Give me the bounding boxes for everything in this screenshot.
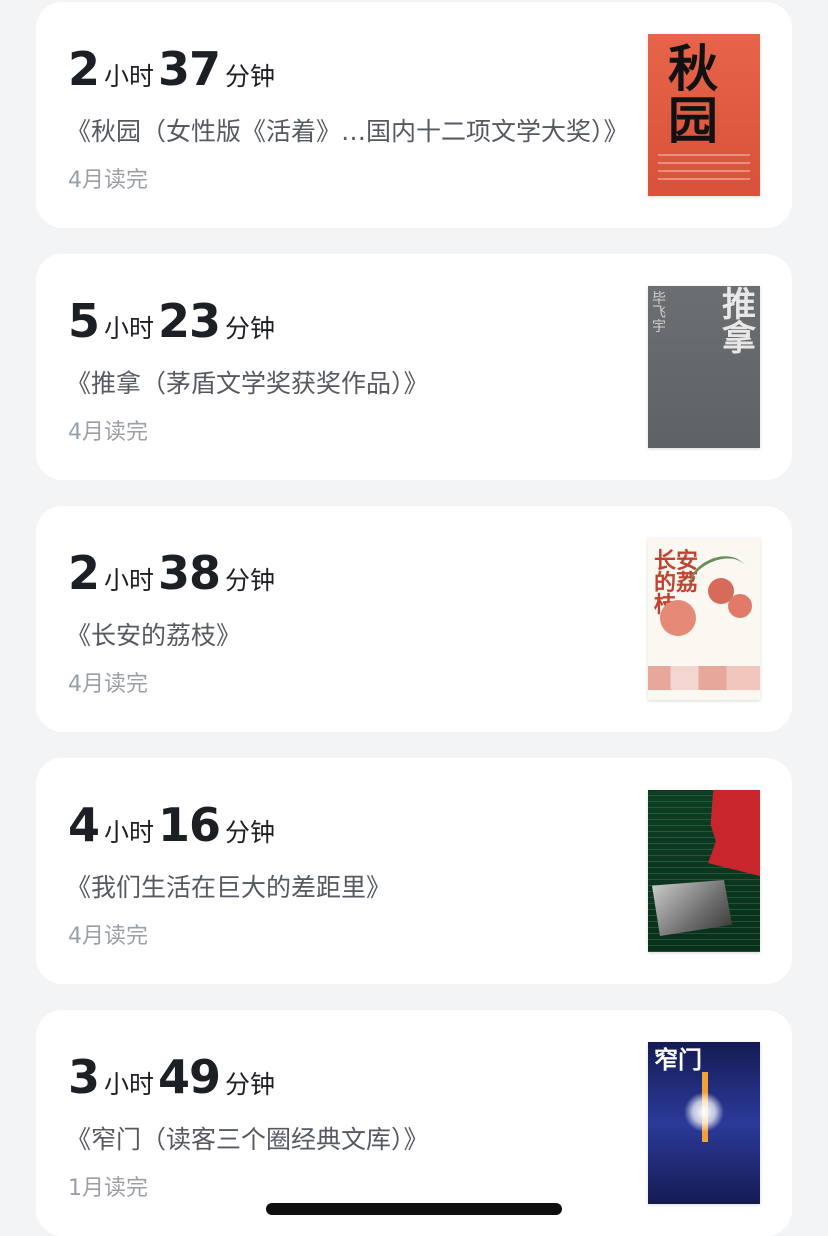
reading-duration: 2 小时 38 分钟 [68,546,279,606]
cover-decoration [648,666,760,690]
hour-unit: 小时 [104,62,155,91]
minute-unit: 分钟 [225,566,276,595]
book-title: 《推拿（茅盾文学奖获奖作品）》 [66,369,429,398]
reading-duration: 5 小时 23 分钟 [68,294,279,354]
cover-decoration [658,154,750,184]
cover-lychee [660,600,696,636]
finished-date: 4月读完 [68,672,148,697]
book-record-card[interactable]: 2 小时 38 分钟 《长安的荔枝》 4月读完 长安的荔枝 [36,506,792,732]
duration-hours: 2 [68,42,100,96]
book-title: 《秋园（女性版《活着》…国内十二项文学大奖）》 [66,117,629,146]
duration-minutes: 16 [158,798,221,852]
hour-unit: 小时 [104,566,155,595]
finished-date: 4月读完 [68,420,148,445]
cover-title: 窄门 [654,1045,702,1074]
cover-lychee [728,594,752,618]
duration-hours: 4 [68,798,100,852]
duration-hours: 5 [68,294,100,348]
minute-unit: 分钟 [225,818,276,847]
book-cover[interactable]: 长安的荔枝 [648,538,760,700]
duration-minutes: 37 [158,42,221,96]
hour-unit: 小时 [104,818,155,847]
book-record-card[interactable]: 2 小时 37 分钟 《秋园（女性版《活着》…国内十二项文学大奖）》 4月读完 … [36,2,792,228]
hour-unit: 小时 [104,1070,155,1099]
book-cover[interactable] [648,790,760,952]
duration-hours: 3 [68,1050,100,1104]
cover-title-char: 秋 [668,39,718,98]
finished-date: 1月读完 [68,1176,148,1201]
cover-light [684,1092,724,1132]
reading-duration: 2 小时 37 分钟 [68,42,279,102]
duration-hours: 2 [68,546,100,600]
duration-minutes: 23 [158,294,221,348]
cover-author: 毕飞宇 [652,291,666,335]
duration-minutes: 49 [158,1050,221,1104]
hour-unit: 小时 [104,314,155,343]
book-record-card[interactable]: 4 小时 16 分钟 《我们生活在巨大的差距里》 4月读完 [36,758,792,984]
book-title: 《我们生活在巨大的差距里》 [66,873,392,902]
book-title: 《窄门（读客三个圈经典文库）》 [66,1125,429,1154]
finished-date: 4月读完 [68,924,148,949]
minute-unit: 分钟 [225,62,276,91]
reading-duration: 4 小时 16 分钟 [68,798,279,858]
book-cover[interactable]: 秋 园 [648,34,760,196]
home-indicator[interactable] [266,1203,562,1215]
book-cover[interactable]: 推拿 毕飞宇 [648,286,760,448]
book-record-card[interactable]: 5 小时 23 分钟 《推拿（茅盾文学奖获奖作品）》 4月读完 推拿 毕飞宇 [36,254,792,480]
cover-red-panel [708,790,760,876]
reading-duration: 3 小时 49 分钟 [68,1050,279,1110]
cover-title-char: 园 [668,91,718,150]
minute-unit: 分钟 [225,1070,276,1099]
duration-minutes: 38 [158,546,221,600]
book-title: 《长安的荔枝》 [66,621,242,650]
minute-unit: 分钟 [225,314,276,343]
cover-title: 推拿 [722,286,756,359]
finished-date: 4月读完 [68,168,148,193]
book-cover[interactable]: 窄门 [648,1042,760,1204]
